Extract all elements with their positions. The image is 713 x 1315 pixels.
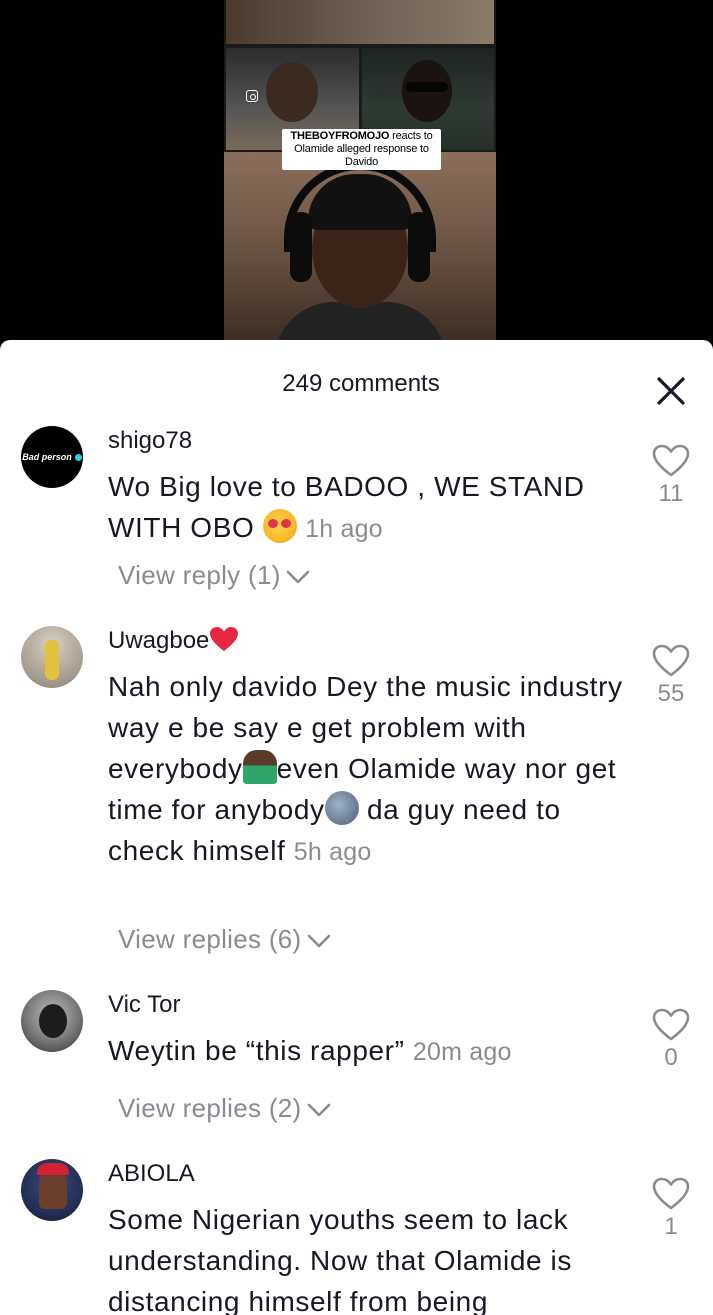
close-icon bbox=[657, 377, 685, 405]
like-button[interactable]: 1 bbox=[650, 1177, 692, 1241]
comment-username[interactable]: Uwagboe bbox=[108, 626, 239, 656]
headphone-left bbox=[290, 212, 312, 282]
comment-username[interactable]: shigo78 bbox=[108, 426, 192, 456]
comment-item: Uwagboe Nah only davido Dey the music in… bbox=[0, 626, 713, 966]
comment-time: 20m ago bbox=[412, 1038, 512, 1066]
avatar-figure bbox=[39, 1169, 67, 1209]
comment-item: Vic Tor Weytin be “this rapper” 20m ago … bbox=[0, 990, 713, 1130]
like-count: 55 bbox=[657, 680, 685, 707]
red-heart-emoji-icon bbox=[210, 627, 239, 651]
like-button[interactable]: 55 bbox=[650, 644, 692, 708]
person-torso bbox=[274, 302, 446, 345]
like-button[interactable]: 11 bbox=[650, 444, 692, 508]
verified-badge-icon bbox=[74, 453, 82, 461]
username-text: Uwagboe bbox=[108, 627, 210, 654]
smiling-face-with-hearts-emoji-icon bbox=[262, 509, 297, 543]
like-count: 1 bbox=[664, 1213, 678, 1240]
comment-item: Bad person shigo78 Wo Big love to BADOO … bbox=[0, 426, 713, 596]
heart-outline-icon bbox=[652, 1177, 690, 1210]
comment-username[interactable]: ABIOLA bbox=[108, 1159, 195, 1189]
instagram-icon bbox=[246, 90, 258, 102]
heart-outline-icon bbox=[652, 644, 690, 677]
comment-username[interactable]: Vic Tor bbox=[108, 990, 180, 1020]
comment-item: ABIOLA Some Nigerian youths seem to lack… bbox=[0, 1159, 713, 1315]
chevron-down-icon bbox=[307, 934, 330, 948]
view-replies-button[interactable]: View reply (1) bbox=[118, 560, 311, 591]
caption-author: THEBOYFROMOJO bbox=[290, 130, 390, 142]
view-replies-button[interactable]: View replies (2) bbox=[118, 1093, 332, 1124]
avatar-text: Bad person bbox=[22, 452, 72, 462]
comments-header: 249 comments bbox=[0, 340, 713, 420]
chevron-down-icon bbox=[307, 1103, 330, 1117]
avatar[interactable]: Bad person bbox=[21, 426, 83, 488]
comment-text: Some Nigerian youths seem to lack unders… bbox=[108, 1204, 572, 1315]
comment-text: Wo Big love to BADOO , WE STAND WITH OBO… bbox=[108, 466, 628, 550]
comment-body: Weytin be “this rapper” bbox=[108, 1035, 413, 1066]
person-silhouette bbox=[266, 62, 318, 122]
avatar-cap bbox=[37, 1163, 69, 1175]
view-replies-label: View replies (2) bbox=[118, 1093, 302, 1123]
video-tile-main bbox=[224, 152, 496, 345]
avatar-figure bbox=[39, 1004, 67, 1038]
video-player[interactable]: THEBOYFROMOJO reacts to Olamide alleged … bbox=[224, 0, 496, 345]
headphone-right bbox=[408, 212, 430, 282]
like-button[interactable]: 0 bbox=[650, 1008, 692, 1072]
avatar[interactable] bbox=[21, 1159, 83, 1221]
comment-time: 5h ago bbox=[293, 838, 372, 866]
new-moon-face-emoji-icon bbox=[324, 791, 359, 825]
like-count: 11 bbox=[658, 480, 684, 507]
view-replies-label: View reply (1) bbox=[118, 560, 281, 590]
avatar[interactable] bbox=[21, 990, 83, 1052]
sunglasses bbox=[406, 82, 448, 92]
comment-text: Nah only davido Dey the music industry w… bbox=[108, 666, 628, 873]
chevron-down-icon bbox=[286, 570, 309, 584]
comment-text: Weytin be “this rapper” 20m ago bbox=[108, 1030, 628, 1073]
avatar-figure bbox=[45, 640, 59, 680]
heart-outline-icon bbox=[652, 1008, 690, 1041]
man-facepalming-emoji-icon bbox=[242, 750, 277, 784]
comments-count: 249 comments bbox=[282, 370, 440, 397]
video-backdrop: THEBOYFROMOJO reacts to Olamide alleged … bbox=[0, 0, 713, 345]
close-button[interactable] bbox=[650, 370, 692, 412]
heart-outline-icon bbox=[652, 444, 690, 477]
view-replies-button[interactable]: View replies (6) bbox=[118, 924, 332, 955]
like-count: 0 bbox=[664, 1044, 678, 1071]
video-caption: THEBOYFROMOJO reacts to Olamide alleged … bbox=[282, 129, 441, 170]
view-replies-label: View replies (6) bbox=[118, 924, 302, 954]
comments-sheet: 249 comments Bad person shigo78 Wo Big l… bbox=[0, 340, 713, 1315]
video-tile-top bbox=[226, 0, 494, 44]
avatar[interactable] bbox=[21, 626, 83, 688]
comment-time: 1h ago bbox=[305, 515, 383, 543]
